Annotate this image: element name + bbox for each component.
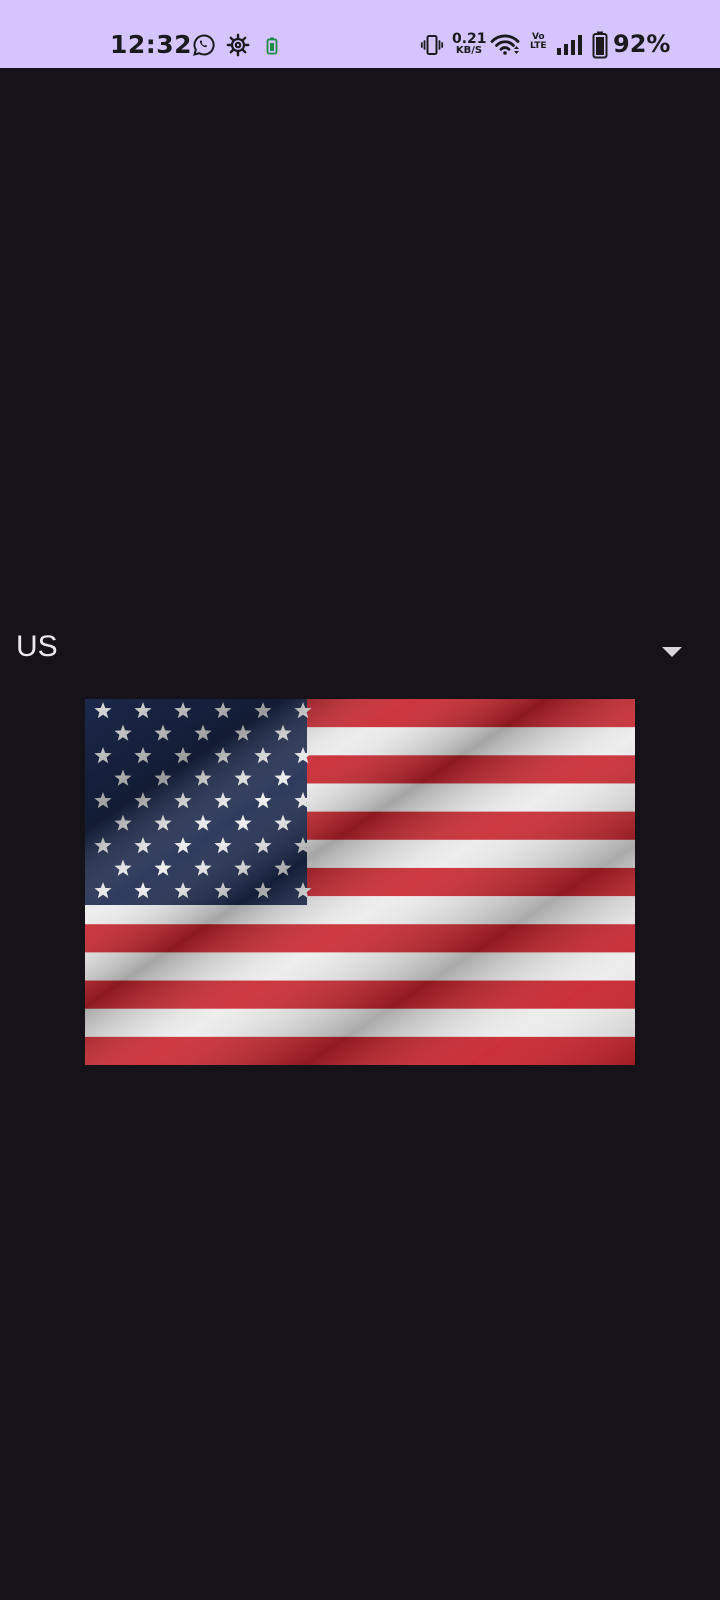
battery-icon [592, 31, 608, 59]
dropdown-arrow-icon [662, 647, 682, 657]
country-dropdown-value: US [16, 630, 58, 663]
battery-percent: 92% [613, 30, 671, 58]
whatsapp-icon [193, 34, 215, 56]
status-bar: 12:32 0.21 KB/S Vo LTE 92% [0, 0, 720, 68]
status-time: 12:32 [110, 30, 193, 59]
network-speed-value: 0.21 [452, 31, 487, 47]
network-speed: 0.21 KB/S [452, 31, 487, 56]
battery-saver-icon [266, 37, 278, 55]
network-speed-unit: KB/S [455, 45, 483, 56]
vibrate-icon [420, 35, 444, 55]
wifi-icon [490, 34, 520, 55]
flag-fold-shading [85, 699, 635, 1065]
signal-icon [557, 35, 582, 55]
country-dropdown[interactable]: US [0, 615, 720, 685]
flag-image [85, 699, 635, 1065]
settings-gear-icon [226, 33, 250, 57]
volte-bottom-label: LTE [530, 41, 547, 52]
volte-indicator: Vo LTE [530, 32, 547, 52]
